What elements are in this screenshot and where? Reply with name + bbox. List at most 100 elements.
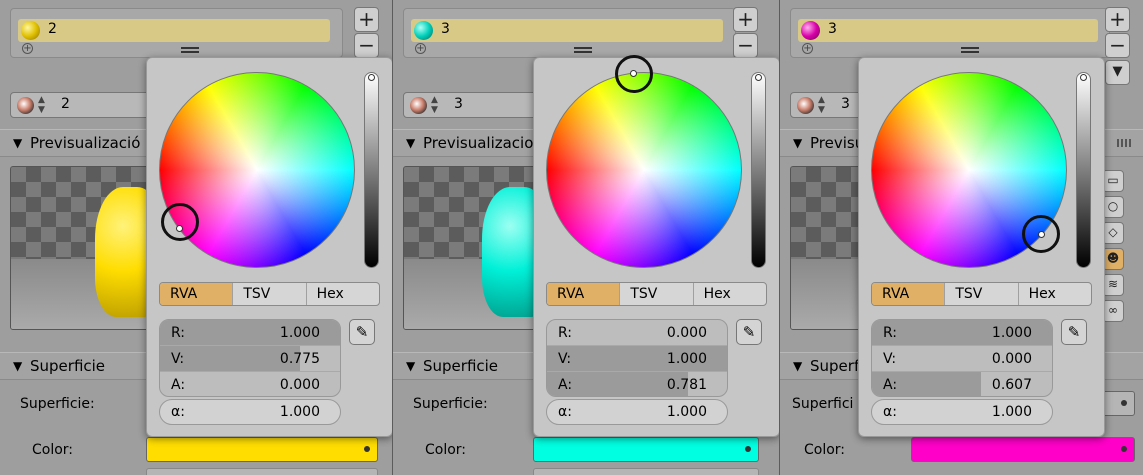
color-swatch-field[interactable] bbox=[533, 437, 759, 462]
color-swatch-field[interactable] bbox=[911, 437, 1135, 462]
highlight-circle bbox=[615, 55, 653, 93]
tab-hex[interactable]: Hex bbox=[307, 283, 379, 305]
triangle-down-icon: ▼ bbox=[793, 359, 803, 373]
chevron-updown-icon[interactable]: ▲ ▼ bbox=[818, 95, 825, 115]
preview-cube-button[interactable]: ◇ bbox=[1102, 222, 1124, 244]
color-picker-popup: RVA TSV Hex R: 0.000 V: 1.000 A: 0.781 α: 1.… bbox=[533, 55, 779, 437]
field-a-label: A: bbox=[883, 377, 898, 393]
value-slider[interactable] bbox=[751, 72, 766, 268]
alpha-field[interactable]: α: 1.000 bbox=[546, 399, 728, 425]
material-selector[interactable]: ▲ ▼ 2 bbox=[10, 92, 160, 118]
link-dot-icon[interactable] bbox=[1121, 400, 1127, 406]
slot-name: 3 bbox=[441, 21, 450, 37]
material-slot-list[interactable]: 3 + bbox=[403, 8, 736, 58]
color-mode-tabs: RVA TSV Hex bbox=[871, 282, 1092, 306]
chevron-updown-icon[interactable]: ▲ ▼ bbox=[431, 95, 438, 115]
color-wheel[interactable] bbox=[546, 72, 742, 268]
material-slot-row[interactable]: 2 bbox=[18, 19, 330, 42]
preview-spheres-button[interactable]: ∞ bbox=[1102, 300, 1124, 322]
link-dot-icon[interactable] bbox=[745, 446, 751, 452]
tab-rva[interactable]: RVA bbox=[547, 283, 621, 305]
field-a[interactable]: A: 0.781 bbox=[547, 372, 727, 396]
add-slot-button[interactable]: + bbox=[354, 7, 379, 32]
color-label: Color: bbox=[804, 442, 846, 458]
material-panel-2: 3 + + − ▲ ▼ 3 ▼ Previsualizacio ▼ Superfi… bbox=[393, 0, 779, 475]
resize-grip-icon[interactable] bbox=[181, 47, 199, 53]
color-picker-popup: RVA TSV Hex R: 1.000 V: 0.000 A: 0.607 α: 1.… bbox=[858, 57, 1105, 437]
preview-monkey-button[interactable]: ☻ bbox=[1102, 248, 1124, 270]
next-row-field[interactable] bbox=[146, 468, 378, 475]
color-mode-tabs: RVA TSV Hex bbox=[159, 282, 380, 306]
field-v[interactable]: V: 0.775 bbox=[160, 346, 340, 372]
material-slot-row[interactable]: 3 bbox=[411, 19, 723, 42]
tab-rva[interactable]: RVA bbox=[872, 283, 946, 305]
field-r-label: R: bbox=[883, 325, 898, 341]
add-slot-icon[interactable]: + bbox=[415, 43, 426, 54]
eyedropper-icon: ✎ bbox=[742, 323, 756, 341]
tab-tsv[interactable]: TSV bbox=[945, 283, 1019, 305]
field-r[interactable]: R: 1.000 bbox=[160, 320, 340, 346]
material-slot-list[interactable]: 2 + bbox=[10, 8, 343, 58]
drag-handle-icon[interactable] bbox=[1117, 139, 1133, 147]
material-sphere-icon bbox=[797, 97, 814, 114]
remove-slot-button[interactable]: − bbox=[733, 33, 758, 58]
resize-grip-icon[interactable] bbox=[574, 47, 592, 53]
next-row-field[interactable] bbox=[533, 468, 759, 475]
surface-section-label: Superficie bbox=[423, 357, 499, 375]
add-slot-icon[interactable]: + bbox=[802, 43, 813, 54]
tab-tsv[interactable]: TSV bbox=[233, 283, 307, 305]
preview-sphere-button[interactable]: ○ bbox=[1102, 196, 1124, 218]
tab-rva[interactable]: RVA bbox=[160, 283, 234, 305]
eyedropper-button[interactable]: ✎ bbox=[1061, 319, 1087, 345]
preview-hair-button[interactable]: ≋ bbox=[1102, 274, 1124, 296]
value-slider-handle[interactable] bbox=[368, 74, 375, 81]
alpha-field[interactable]: α: 1.000 bbox=[871, 399, 1053, 425]
material-slot-row[interactable]: 3 bbox=[798, 19, 1098, 42]
value-slider-handle[interactable] bbox=[1080, 74, 1087, 81]
add-slot-icon[interactable]: + bbox=[22, 43, 33, 54]
field-a-value: 0.607 bbox=[991, 377, 1032, 393]
field-r-value: 1.000 bbox=[991, 325, 1032, 341]
field-r[interactable]: R: 0.000 bbox=[547, 320, 727, 346]
eyedropper-button[interactable]: ✎ bbox=[349, 319, 375, 345]
alpha-label: α: bbox=[171, 404, 185, 420]
color-label: Color: bbox=[425, 442, 467, 458]
move-down-button[interactable]: ▼ bbox=[1105, 60, 1130, 85]
triangle-down-icon: ▼ bbox=[793, 136, 803, 150]
field-a[interactable]: A: 0.607 bbox=[872, 372, 1052, 396]
eyedropper-button[interactable]: ✎ bbox=[736, 319, 762, 345]
field-v[interactable]: V: 0.000 bbox=[872, 346, 1052, 372]
value-slider-handle[interactable] bbox=[755, 74, 762, 81]
tab-hex[interactable]: Hex bbox=[694, 283, 766, 305]
material-ball-icon bbox=[414, 21, 433, 40]
value-slider[interactable] bbox=[1076, 72, 1091, 268]
eyedropper-icon: ✎ bbox=[355, 323, 369, 341]
alpha-field[interactable]: α: 1.000 bbox=[159, 399, 341, 425]
remove-slot-button[interactable]: − bbox=[354, 33, 379, 58]
add-slot-button[interactable]: + bbox=[733, 7, 758, 32]
screenshot-root: 2 + + − ▲ ▼ 2 ▼ Previsualizació ▼ Superfi… bbox=[0, 0, 1143, 475]
add-slot-button[interactable]: + bbox=[1105, 7, 1130, 32]
tab-hex[interactable]: Hex bbox=[1019, 283, 1091, 305]
field-r[interactable]: R: 1.000 bbox=[872, 320, 1052, 346]
field-v[interactable]: V: 1.000 bbox=[547, 346, 727, 372]
field-v-value: 1.000 bbox=[666, 351, 707, 367]
color-mode-tabs: RVA TSV Hex bbox=[546, 282, 767, 306]
value-slider[interactable] bbox=[364, 72, 379, 268]
field-a[interactable]: A: 0.000 bbox=[160, 372, 340, 396]
highlight-circle bbox=[1022, 215, 1060, 253]
color-swatch-field[interactable] bbox=[146, 437, 378, 462]
material-slot-list[interactable]: 3 + bbox=[790, 8, 1110, 58]
material-selector[interactable]: ▲ ▼ 3 bbox=[403, 92, 553, 118]
link-dot-icon[interactable] bbox=[1121, 446, 1127, 452]
link-dot-icon[interactable] bbox=[364, 446, 370, 452]
chevron-updown-icon[interactable]: ▲ ▼ bbox=[38, 95, 45, 115]
preview-flat-button[interactable]: ▭ bbox=[1102, 170, 1124, 192]
material-ball-icon bbox=[801, 21, 820, 40]
resize-grip-icon[interactable] bbox=[961, 47, 979, 53]
remove-slot-button[interactable]: − bbox=[1105, 33, 1130, 58]
surface-prop-label: Superfici bbox=[792, 396, 854, 412]
rgb-fields: R: 0.000 V: 1.000 A: 0.781 bbox=[546, 319, 728, 397]
tab-tsv[interactable]: TSV bbox=[620, 283, 694, 305]
material-panel-1: 2 + + − ▲ ▼ 2 ▼ Previsualizació ▼ Superfi… bbox=[0, 0, 392, 475]
